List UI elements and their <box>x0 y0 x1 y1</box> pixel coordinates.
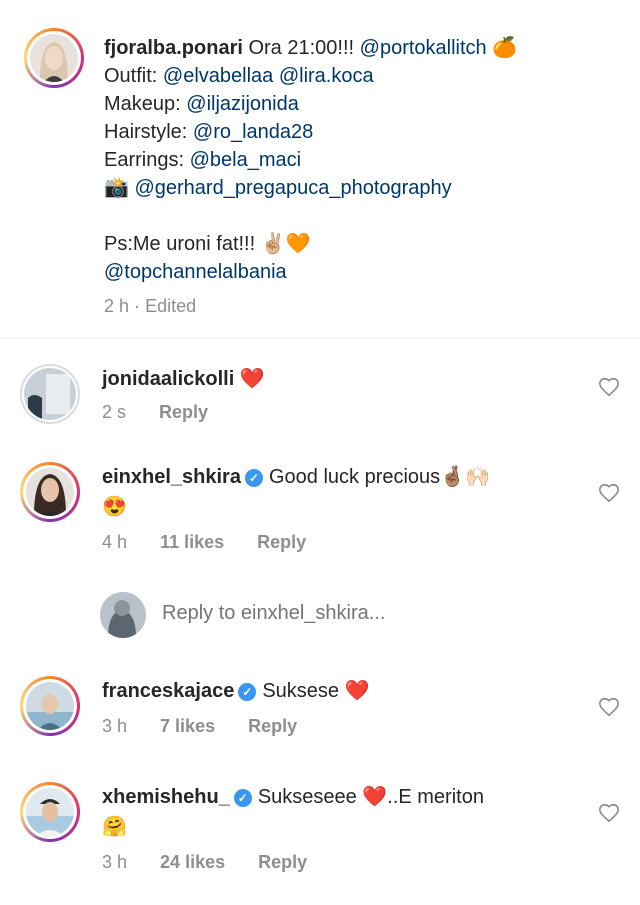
hugging-emoji: 🤗 <box>102 816 127 838</box>
likes-count[interactable]: 24 likes <box>160 852 225 872</box>
avatar[interactable] <box>20 462 80 522</box>
comment-text: Good luck precious <box>268 466 441 488</box>
mention-link[interactable]: @topchannelalbania <box>104 261 287 283</box>
comment-username[interactable]: einxhel_shkira <box>102 466 241 488</box>
avatar[interactable] <box>20 364 80 424</box>
reply-button[interactable]: Reply <box>257 532 306 552</box>
mention-link[interactable]: @iljazijonida <box>186 93 299 115</box>
hairstyle-label: Hairstyle: <box>104 121 193 143</box>
comment-item: xhemishehu_ ✓ Sukseseee ❤️..E meriton 🤗 3 … <box>20 782 620 882</box>
verified-badge-icon: ✓ <box>238 682 257 701</box>
makeup-label: Makeup: <box>104 93 187 115</box>
caption-line1-text: Ora 21:00!!! <box>248 37 360 59</box>
mention-link[interactable]: @ro_landa28 <box>193 121 313 143</box>
avatar[interactable] <box>20 782 80 842</box>
avatar-story-ring[interactable] <box>24 28 84 88</box>
like-heart-icon[interactable] <box>598 802 620 824</box>
heart-emoji: ❤️ <box>239 368 265 390</box>
like-heart-icon[interactable] <box>598 696 620 718</box>
edited-label: Edited <box>145 296 197 316</box>
likes-count[interactable]: 11 likes <box>160 532 224 552</box>
reply-input[interactable] <box>162 602 602 625</box>
heart-emoji: ❤️ <box>362 786 388 808</box>
reply-button[interactable]: Reply <box>248 716 297 736</box>
comment-time: 3 h <box>102 716 128 736</box>
heart-eyes-emoji: 😍 <box>102 496 127 518</box>
comment-username[interactable]: xhemishehu_ <box>102 786 230 808</box>
comment-emoji: 🤞🏽🙌🏻 <box>440 466 490 488</box>
like-heart-icon[interactable] <box>598 376 620 398</box>
meta-separator: · <box>134 296 141 316</box>
mention-link[interactable]: @bela_maci <box>190 149 301 171</box>
comment-text-after: ..E meriton <box>387 786 484 808</box>
verified-badge-icon: ✓ <box>244 468 263 487</box>
avatar <box>100 592 146 638</box>
comment-text: Sukseseee <box>257 786 357 808</box>
mention-link[interactable]: @elvabellaa @lira.koca <box>163 65 374 87</box>
reply-button[interactable]: Reply <box>258 852 307 872</box>
comment-item: franceskajace ✓ Suksese ❤️ 3 h 7 likes Rep… <box>20 676 620 756</box>
mention-link[interactable]: @portokallitch <box>360 37 487 59</box>
mention-link[interactable]: @gerhard_pregapuca_photography <box>134 177 451 199</box>
comment-username[interactable]: jonidaalickolli <box>102 368 234 390</box>
ps-emoji: ✌🏼🧡 <box>260 233 311 255</box>
earrings-label: Earrings: <box>104 149 190 171</box>
avatar[interactable] <box>20 676 80 736</box>
comment-time: 3 h <box>102 852 128 872</box>
reply-button[interactable]: Reply <box>159 402 208 422</box>
heart-emoji: ❤️ <box>344 680 370 702</box>
orange-emoji: 🍊 <box>492 37 518 59</box>
caption-time: 2 h <box>104 296 130 316</box>
avatar <box>30 34 78 82</box>
like-heart-icon[interactable] <box>598 482 620 504</box>
ps-text: Ps:Me uroni fat!!! <box>104 233 261 255</box>
verified-badge-icon: ✓ <box>233 788 252 807</box>
comment-item: jonidaalickolli ❤️ 2 s Reply <box>20 364 620 434</box>
comment-time: 4 h <box>102 532 128 552</box>
camera-emoji: 📸 <box>104 177 129 199</box>
likes-count[interactable]: 7 likes <box>160 716 215 736</box>
divider <box>0 338 640 339</box>
outfit-label: Outfit: <box>104 65 163 87</box>
caption-username[interactable]: fjoralba.ponari <box>104 37 243 59</box>
comment-time: 2 s <box>102 402 127 422</box>
comment-text: Suksese <box>262 680 340 702</box>
comment-username[interactable]: franceskajace <box>102 680 234 702</box>
reply-composer <box>100 592 620 642</box>
comment-item: einxhel_shkira ✓ Good luck precious🤞🏽🙌🏻 😍 … <box>20 462 620 562</box>
